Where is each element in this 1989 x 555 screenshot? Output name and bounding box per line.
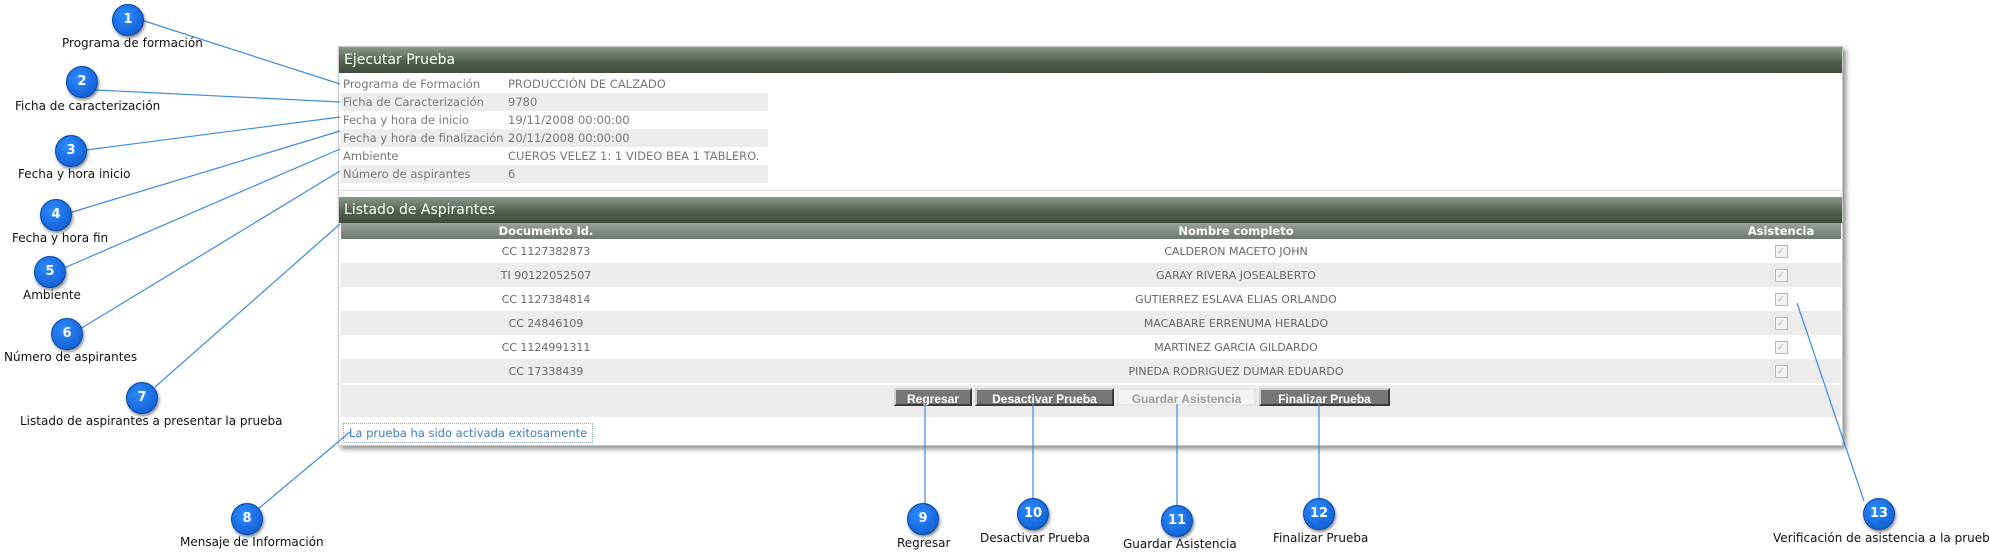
callout-label: Listado de aspirantes a presentar la pru… [20,414,283,428]
callout-label: Ambiente [23,288,81,302]
documento-cell: TI 90122052507 [341,263,751,287]
regresar-button[interactable]: Regresar [894,388,972,406]
finalizar-prueba-button[interactable]: Finalizar Prueba [1259,388,1390,406]
guardar-asistencia-button[interactable]: Guardar Asistencia [1117,388,1256,406]
asistencia-cell: ✓ [1721,263,1841,287]
callout-label: Programa de formación [62,36,203,50]
nombre-cell: MARTINEZ GARCIA GILDARDO [1154,340,1318,354]
callout-number: 5 [34,256,66,288]
asistencia-cell: ✓ [1721,359,1841,383]
nombre-cell: MACABARE ERRENUMA HERALDO [751,311,1721,335]
asistencia-checkbox[interactable]: ✓ [1774,292,1788,306]
info-value: 19/11/2008 00:00:00 [508,113,630,127]
table-row: CC 1127384814 GUTIERREZ ESLAVA ELIAS ORL… [341,287,1841,311]
table-row: CC 1124991311 MARTINEZ GARCIA GILDARDO ✓ [341,335,1841,359]
asistencia-checkbox[interactable]: ✓ [1774,268,1788,282]
callout-number: 8 [231,503,263,535]
table-row: CC 17338439 PINEDA RODRIGUEZ DUMAR EDUAR… [341,359,1841,383]
asistencia-checkbox[interactable]: ✓ [1774,316,1788,330]
info-row-ficha: Ficha de Caracterización 9780 [341,93,768,111]
callout-label: Fecha y hora inicio [18,167,131,181]
test-info: Programa de Formación PRODUCCIÓN DE CALZ… [341,75,1842,183]
asistencia-cell: ✓ [1721,239,1841,263]
callout-number: 6 [51,318,83,350]
info-label: Fecha y hora de inicio [343,113,469,127]
nombre-cell: PINEDA RODRIGUEZ DUMAR EDUARDO [751,359,1721,383]
callout-number: 10 [1017,498,1049,530]
callout-number: 13 [1863,498,1895,530]
callout-number: 9 [907,503,939,535]
button-bar: Regresar Desactivar Prueba Guardar Asist… [341,385,1841,417]
table-row: CC 24846109 MACABARE ERRENUMA HERALDO ✓ [341,311,1841,335]
table-header-row: Documento Id. Nombre completo Asistencia [341,223,1841,239]
info-label: Ambiente [343,149,399,163]
column-header-asistencia: Asistencia [1721,223,1841,239]
desactivar-prueba-button[interactable]: Desactivar Prueba [975,388,1114,406]
callout-label: Finalizar Prueba [1273,531,1369,545]
callout-number: 1 [112,4,144,36]
section-header-ejecutar: Ejecutar Prueba [339,47,1842,73]
nombre-cell: GUTIERREZ ESLAVA ELIAS ORLANDO [1135,292,1337,306]
callout-label: Verificación de asistencia a la prueba [1773,531,1989,545]
callout-label: Número de aspirantes [4,350,138,364]
callout-number: 12 [1303,498,1335,530]
documento-cell: CC 17338439 [341,359,751,383]
asistencia-checkbox[interactable]: ✓ [1774,364,1788,378]
documento-cell: CC 1127384814 [501,292,591,306]
callout-number: 3 [55,135,87,167]
info-value: 20/11/2008 00:00:00 [508,131,630,145]
section-header-listado: Listado de Aspirantes [339,197,1842,223]
callout-number: 4 [40,199,72,231]
aspirantes-table: Documento Id. Nombre completo Asistencia… [341,223,1841,383]
callout-label: Regresar [897,536,951,550]
info-value: 9780 [508,95,538,109]
info-label: Ficha de Caracterización [343,95,484,109]
callout-number: 7 [126,382,158,414]
column-header-documento: Documento Id. [341,223,751,239]
column-header-nombre: Nombre completo [751,223,1721,239]
table-row: CC 1127382873 CALDERON MACETO JOHN ✓ [341,239,1841,263]
asistencia-checkbox[interactable]: ✓ [1774,244,1788,258]
table-row: TI 90122052507 GARAY RIVERA JOSEALBERTO … [341,263,1841,287]
callout-label: Guardar Asistencia [1123,537,1237,551]
callout-label: Mensaje de Información [180,535,324,549]
asistencia-cell: ✓ [1721,287,1841,311]
info-label: Programa de Formación [343,77,481,91]
info-value: PRODUCCIÓN DE CALZADO [508,77,666,91]
nombre-cell: CALDERON MACETO JOHN [1164,244,1308,258]
callout-label: Fecha y hora fin [12,231,109,245]
divider [339,190,1842,191]
info-label: Fecha y hora de finalización [343,131,504,145]
info-message: La prueba ha sido activada exitosamente [343,423,594,443]
nombre-cell: GARAY RIVERA JOSEALBERTO [751,263,1721,287]
info-row-programa: Programa de Formación PRODUCCIÓN DE CALZ… [341,75,768,93]
info-value: CUEROS VELEZ 1: 1 VIDEO BEA 1 TABLERO. [508,149,760,163]
info-row-ambiente: Ambiente CUEROS VELEZ 1: 1 VIDEO BEA 1 T… [341,147,768,165]
info-value: 6 [508,167,516,181]
callout-label: Desactivar Prueba [980,531,1090,545]
documento-cell: CC 1127382873 [501,244,591,258]
info-label: Número de aspirantes [343,167,471,181]
documento-cell: CC 24846109 [341,311,751,335]
asistencia-cell: ✓ [1721,335,1841,359]
callout-number: 2 [66,66,98,98]
asistencia-checkbox[interactable]: ✓ [1774,340,1788,354]
info-row-aspirantes: Número de aspirantes 6 [341,165,768,183]
ejecutar-prueba-panel: Ejecutar Prueba Programa de Formación PR… [338,46,1843,446]
callout-number: 11 [1161,505,1193,537]
asistencia-cell: ✓ [1721,311,1841,335]
info-row-inicio: Fecha y hora de inicio 19/11/2008 00:00:… [341,111,768,129]
info-row-fin: Fecha y hora de finalización 20/11/2008 … [341,129,768,147]
callout-label: Ficha de caracterización [15,99,161,113]
documento-cell: CC 1124991311 [501,340,591,354]
